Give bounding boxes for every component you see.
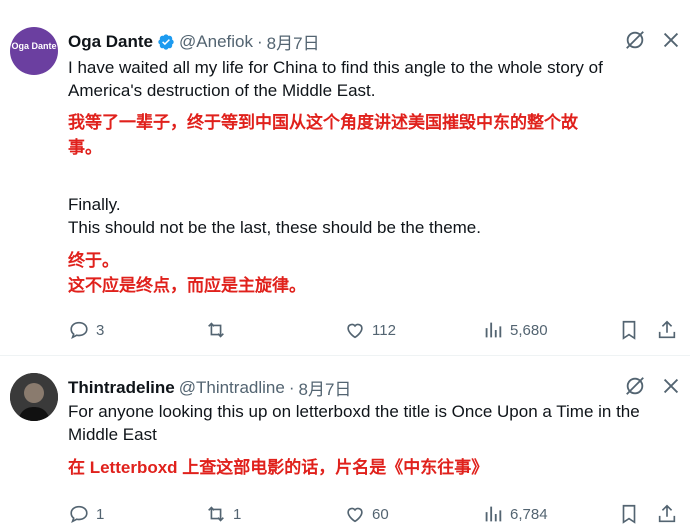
separator: · [257,31,263,51]
grok-icon[interactable] [624,29,646,51]
bookmark-button[interactable] [618,503,640,525]
tweet-top-actions [624,375,682,397]
tweet-2[interactable]: Thintradeline @Thintradline · 8月7日 For a… [0,356,690,532]
avatar-text: Oga Dante [11,41,57,51]
like-count: 60 [372,505,389,523]
translation-line: 我等了一辈子，终于等到中国从这个角度讲述美国摧毁中东的整个故 [68,113,578,132]
bookmark-icon [618,319,640,341]
separator: · [288,377,295,397]
bookmark-button[interactable] [618,319,640,341]
translation: 我等了一辈子，终于等到中国从这个角度讲述美国摧毁中东的整个故 事。 [68,110,680,160]
tweet-text-line: Finally. [68,195,121,214]
like-button[interactable]: 60 [344,503,389,525]
share-button[interactable] [656,319,678,341]
author-name[interactable]: Oga Dante [68,32,153,52]
translation-2: 终于。 这不应是终点，而应是主旋律。 [68,248,680,298]
tweet-text-line: America's destruction of the Middle East… [68,81,376,100]
avatar-image [10,373,58,421]
views-button[interactable]: 5,680 [482,319,548,341]
retweet-count: 1 [233,505,242,523]
more-icon[interactable] [660,375,682,397]
reply-icon [68,503,90,525]
tweet-text-line: Middle East [68,425,157,444]
tweet-header: Oga Dante @Anefiok · 8月7日 [68,29,320,54]
bookmark-icon [618,503,640,525]
views-count: 6,784 [510,505,548,523]
like-icon [344,503,366,525]
share-icon [656,503,678,525]
retweet-icon [205,319,227,341]
grok-icon[interactable] [624,375,646,397]
tweet-text: For anyone looking this up on letterboxd… [68,400,680,446]
like-button[interactable]: 112 [344,319,396,341]
views-icon [482,503,504,525]
views-count: 5,680 [510,321,548,339]
like-icon [344,319,366,341]
tweet-text-line: For anyone looking this up on letterboxd… [68,402,640,421]
translation-line: 在 Letterboxd 上查这部电影的话，片名是《中东往事》 [68,458,489,477]
reply-count: 1 [96,505,105,523]
retweet-button[interactable] [205,319,233,341]
views-icon [482,319,504,341]
tweet-date[interactable]: 8月7日 [299,375,352,400]
translation-line: 事。 [68,138,102,157]
avatar[interactable]: Oga Dante [10,27,58,75]
tweet-top-actions [624,29,682,51]
tweet-actions: 3 112 5,680 [68,319,680,343]
tweet-text-line: This should not be the last, these shoul… [68,218,481,237]
retweet-icon [205,503,227,525]
views-button[interactable]: 6,784 [482,503,548,525]
reply-count: 3 [96,321,105,339]
verified-badge-icon [157,33,175,51]
author-handle[interactable]: @Thintradline [179,378,285,398]
more-icon[interactable] [660,29,682,51]
author-handle[interactable]: @Anefiok [179,32,253,52]
tweet-text: I have waited all my life for China to f… [68,56,680,102]
tweet-1[interactable]: Oga Dante Oga Dante @Anefiok · 8月7日 I ha… [0,0,690,355]
share-icon [656,319,678,341]
retweet-button[interactable]: 1 [205,503,241,525]
tweet-header: Thintradeline @Thintradline · 8月7日 [68,375,351,400]
translation: 在 Letterboxd 上查这部电影的话，片名是《中东往事》 [68,455,680,480]
tweet-actions: 1 1 60 6,784 [68,503,680,527]
tweet-date[interactable]: 8月7日 [267,29,320,54]
reply-icon [68,319,90,341]
translation-line: 终于。 [68,251,119,270]
tweet-text-2: Finally. This should not be the last, th… [68,193,680,239]
reply-button[interactable]: 1 [68,503,104,525]
translation-line: 这不应是终点，而应是主旋律。 [68,276,306,295]
reply-button[interactable]: 3 [68,319,104,341]
tweet-text-line: I have waited all my life for China to f… [68,58,603,77]
like-count: 112 [372,321,396,339]
author-name[interactable]: Thintradeline [68,378,175,398]
share-button[interactable] [656,503,678,525]
avatar[interactable] [10,373,58,421]
